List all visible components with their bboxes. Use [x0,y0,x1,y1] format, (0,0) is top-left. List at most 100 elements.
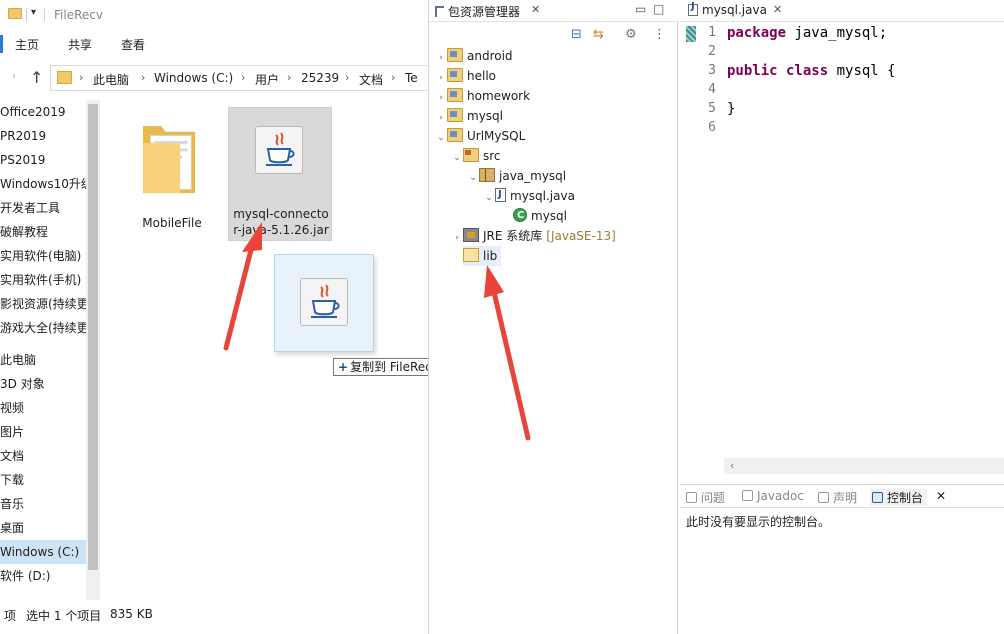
console-output[interactable]: 此时没有要显示的控制台。 [680,510,1004,634]
nav-item[interactable]: 实用软件(手机) [0,268,86,292]
nav-item[interactable]: 开发者工具 [0,196,86,220]
chevron-down-icon[interactable]: ⌄ [435,128,447,148]
tab-package-explorer[interactable]: 包资源管理器 [435,3,520,20]
nav-item[interactable]: 破解教程 [0,220,86,244]
tree-item-hello[interactable]: › hello [435,66,496,86]
breadcrumb-te[interactable]: Te [405,71,418,85]
tree-item-mysql-class[interactable]: mysql [513,206,567,226]
tree-item-java-mysql[interactable]: ⌄ java_mysql [467,166,566,186]
nav-item[interactable]: PR2019 [0,124,86,148]
ribbon-tab-home[interactable]: 主页 [15,36,39,53]
address-bar[interactable]: › 此电脑 › Windows (C:) › 用户 › 25239 › 文档 ›… [50,65,427,91]
line-number: 3 [708,63,716,78]
link-with-editor-icon[interactable]: ⇆ [593,27,604,42]
class-icon [513,206,527,226]
breadcrumb-user[interactable]: 25239 [301,71,339,85]
nav-item-drive-d[interactable]: 软件 (D:) [0,564,86,588]
project-icon [447,48,463,62]
java-file-icon [688,1,698,16]
tab-declaration[interactable]: 声明 [818,489,857,506]
quick-access-dropdown-icon[interactable]: ▾ [31,7,36,18]
tree-item-src[interactable]: ⌄ src [451,146,501,166]
tree-label: java_mysql [499,169,567,183]
file-item-folder[interactable]: MobileFile [131,110,213,230]
ribbon-tab-view[interactable]: 查看 [121,36,145,53]
filters-icon[interactable]: ⚙ [625,27,637,42]
scroll-left-icon[interactable]: ‹ [730,459,734,472]
up-arrow-icon[interactable]: ↑ [30,68,43,87]
breadcrumb-drive-c[interactable]: Windows (C:) [154,71,233,85]
chevron-down-icon[interactable]: ⌄ [483,188,495,208]
chevron-right-icon[interactable]: › [141,71,145,84]
tree-label: mysql [531,209,567,223]
nav-item-documents[interactable]: 文档 [0,444,86,468]
minimize-icon[interactable]: ▭ [635,2,646,16]
tree-label: mysql [467,109,503,123]
nav-item-drive-c[interactable]: Windows (C:) [0,540,86,564]
chevron-right-icon[interactable]: › [79,71,83,84]
nav-item-3d-objects[interactable]: 3D 对象 [0,372,86,396]
chevron-right-icon[interactable]: › [435,88,447,108]
source-folder-icon [463,148,479,162]
nav-item[interactable]: 实用软件(电脑) [0,244,86,268]
nav-scrollbar[interactable] [86,100,100,600]
file-item-jar[interactable]: mysql-connecto r-java-5.1.26.jar [228,107,332,241]
breadcrumb-documents[interactable]: 文档 [359,71,383,88]
tree-item-lib[interactable]: lib [463,246,502,266]
chevron-down-icon[interactable]: ⌄ [467,168,479,188]
tree-item-mysql[interactable]: › mysql [435,106,503,126]
folder-icon [57,71,72,84]
close-icon[interactable]: ✕ [773,3,782,16]
tab-console[interactable]: 控制台 [870,489,928,506]
chevron-right-icon[interactable]: › [451,228,463,248]
nav-item[interactable]: Windows10升级 [0,172,86,196]
nav-item[interactable]: 游戏大全(持续更 [0,316,86,340]
java-jar-icon [300,278,348,326]
explorer-title-bar: ▾ FileRecv [0,0,427,30]
chevron-right-icon[interactable]: › [241,71,245,84]
chevron-right-icon[interactable]: › [435,48,447,68]
scrollbar-thumb[interactable] [88,104,98,570]
code-text: mysql { [828,63,896,79]
nav-item[interactable]: Office2019 [0,100,86,124]
nav-item-desktop[interactable]: 桌面 [0,516,86,540]
nav-item[interactable]: 影视资源(持续更 [0,292,86,316]
chevron-right-icon[interactable]: › [287,71,291,84]
tab-javadoc[interactable]: Javadoc [742,489,804,503]
nav-item-music[interactable]: 音乐 [0,492,86,516]
tree-item-homework[interactable]: › homework [435,86,530,106]
chevron-right-icon[interactable]: › [391,71,395,84]
javadoc-icon [742,490,753,501]
nav-item-pictures[interactable]: 图片 [0,420,86,444]
chevron-down-icon[interactable]: ⌄ [451,148,463,168]
collapse-all-icon[interactable]: ⊟ [571,27,582,42]
breadcrumb-users[interactable]: 用户 [255,71,279,88]
chevron-right-icon[interactable]: › [435,68,447,88]
tab-problems[interactable]: 问题 [686,489,725,506]
tree-item-urlmysql[interactable]: ⌄ UrlMySQL [435,126,525,146]
nav-item-downloads[interactable]: 下载 [0,468,86,492]
tab-label: 问题 [701,491,726,505]
tree-item-android[interactable]: › android [435,46,513,66]
nav-item-this-pc[interactable]: 此电脑 [0,348,86,372]
code-editor[interactable]: 1 2 3 4 5 6 package java_mysql; public c… [680,22,1004,458]
tab-mysql-java[interactable]: mysql.java [688,1,767,17]
editor-horizontal-scrollbar[interactable]: ‹ [724,458,1004,474]
breadcrumb-this-pc[interactable]: 此电脑 [93,71,129,88]
chevron-right-icon[interactable]: › [345,71,349,84]
divider [44,8,45,21]
close-icon[interactable]: ✕ [936,489,946,503]
ribbon-tab-share[interactable]: 共享 [68,36,92,53]
view-menu-icon[interactable]: ⋮ [653,27,666,42]
close-icon[interactable]: ✕ [531,3,540,16]
project-icon [447,88,463,102]
chevron-right-icon[interactable]: › [435,108,447,128]
nav-item-videos[interactable]: 视频 [0,396,86,420]
tree-item-jre-library[interactable]: › JRE 系统库 [JavaSE-13] [451,226,616,246]
maximize-icon[interactable]: □ [653,2,664,16]
project-icon [447,68,463,82]
back-arrow-icon[interactable]: ‹ [12,71,16,82]
tree-label: android [467,49,513,63]
tree-item-mysql-java[interactable]: ⌄ mysql.java [483,185,575,208]
nav-item[interactable]: PS2019 [0,148,86,172]
